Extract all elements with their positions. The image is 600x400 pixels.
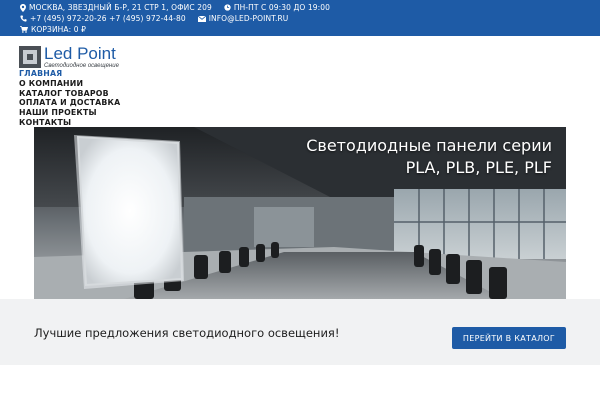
nav-item-home[interactable]: ГЛАВНАЯ bbox=[19, 69, 120, 79]
nav-item-projects[interactable]: НАШИ ПРОЕКТЫ bbox=[19, 108, 120, 118]
hero-banner[interactable]: Светодиодные панели серии PLA, PLB, PLE,… bbox=[34, 127, 566, 299]
nav-item-payment-delivery[interactable]: ОПЛАТА И ДОСТАВКА bbox=[19, 98, 120, 108]
main-navigation: ГЛАВНАЯ О КОМПАНИИ КАТАЛОГ ТОВАРОВ ОПЛАТ… bbox=[19, 69, 120, 128]
cta-text: Лучшие предложения светодиодного освещен… bbox=[34, 326, 340, 340]
site-logo[interactable]: Led Point Светодиодное освещение bbox=[19, 44, 139, 70]
email-link[interactable]: INFO@LED-POINT.RU bbox=[209, 14, 289, 23]
logo-name: Led Point bbox=[44, 43, 116, 63]
phone-text[interactable]: +7 (495) 972-20-26 +7 (495) 972-44-80 bbox=[30, 14, 186, 23]
hours-item: ПН-ПТ С 09:30 ДО 19:00 bbox=[224, 3, 330, 12]
banner-title-line1: Светодиодные панели серии bbox=[306, 136, 552, 155]
topbar-row-address: МОСКВА, ЗВЕЗДНЫЙ Б-Р, 21 СТР 1, ОФИС 209… bbox=[20, 3, 342, 12]
nav-item-catalog[interactable]: КАТАЛОГ ТОВАРОВ bbox=[19, 89, 120, 99]
cart-text[interactable]: КОРЗИНА: 0 ₽ bbox=[31, 25, 86, 34]
clock-icon bbox=[224, 4, 231, 11]
phone-item[interactable]: +7 (495) 972-20-26 +7 (495) 972-44-80 bbox=[20, 14, 186, 23]
nav-item-about[interactable]: О КОМПАНИИ bbox=[19, 79, 120, 89]
address-text: МОСКВА, ЗВЕЗДНЫЙ Б-Р, 21 СТР 1, ОФИС 209 bbox=[29, 3, 212, 12]
cart-icon bbox=[20, 26, 28, 33]
address-item: МОСКВА, ЗВЕЗДНЫЙ Б-Р, 21 СТР 1, ОФИС 209 bbox=[20, 3, 212, 12]
logo-mark-icon bbox=[19, 46, 41, 68]
banner-title-line2: PLA, PLB, PLE, PLF bbox=[405, 158, 552, 177]
envelope-icon bbox=[197, 15, 206, 22]
top-contact-bar: МОСКВА, ЗВЕЗДНЫЙ Б-Р, 21 СТР 1, ОФИС 209… bbox=[0, 0, 600, 36]
cta-section: Лучшие предложения светодиодного освещен… bbox=[0, 299, 600, 365]
cart-item[interactable]: КОРЗИНА: 0 ₽ bbox=[20, 25, 86, 34]
map-pin-icon bbox=[20, 3, 26, 12]
topbar-row-cart: КОРЗИНА: 0 ₽ bbox=[20, 25, 98, 34]
hours-text: ПН-ПТ С 09:30 ДО 19:00 bbox=[233, 3, 331, 12]
email-item[interactable]: INFO@LED-POINT.RU bbox=[197, 14, 289, 23]
phone-icon bbox=[20, 15, 27, 22]
topbar-row-contacts: +7 (495) 972-20-26 +7 (495) 972-44-80 IN… bbox=[20, 14, 300, 23]
go-to-catalog-button[interactable]: ПЕРЕЙТИ В КАТАЛОГ bbox=[452, 327, 566, 349]
